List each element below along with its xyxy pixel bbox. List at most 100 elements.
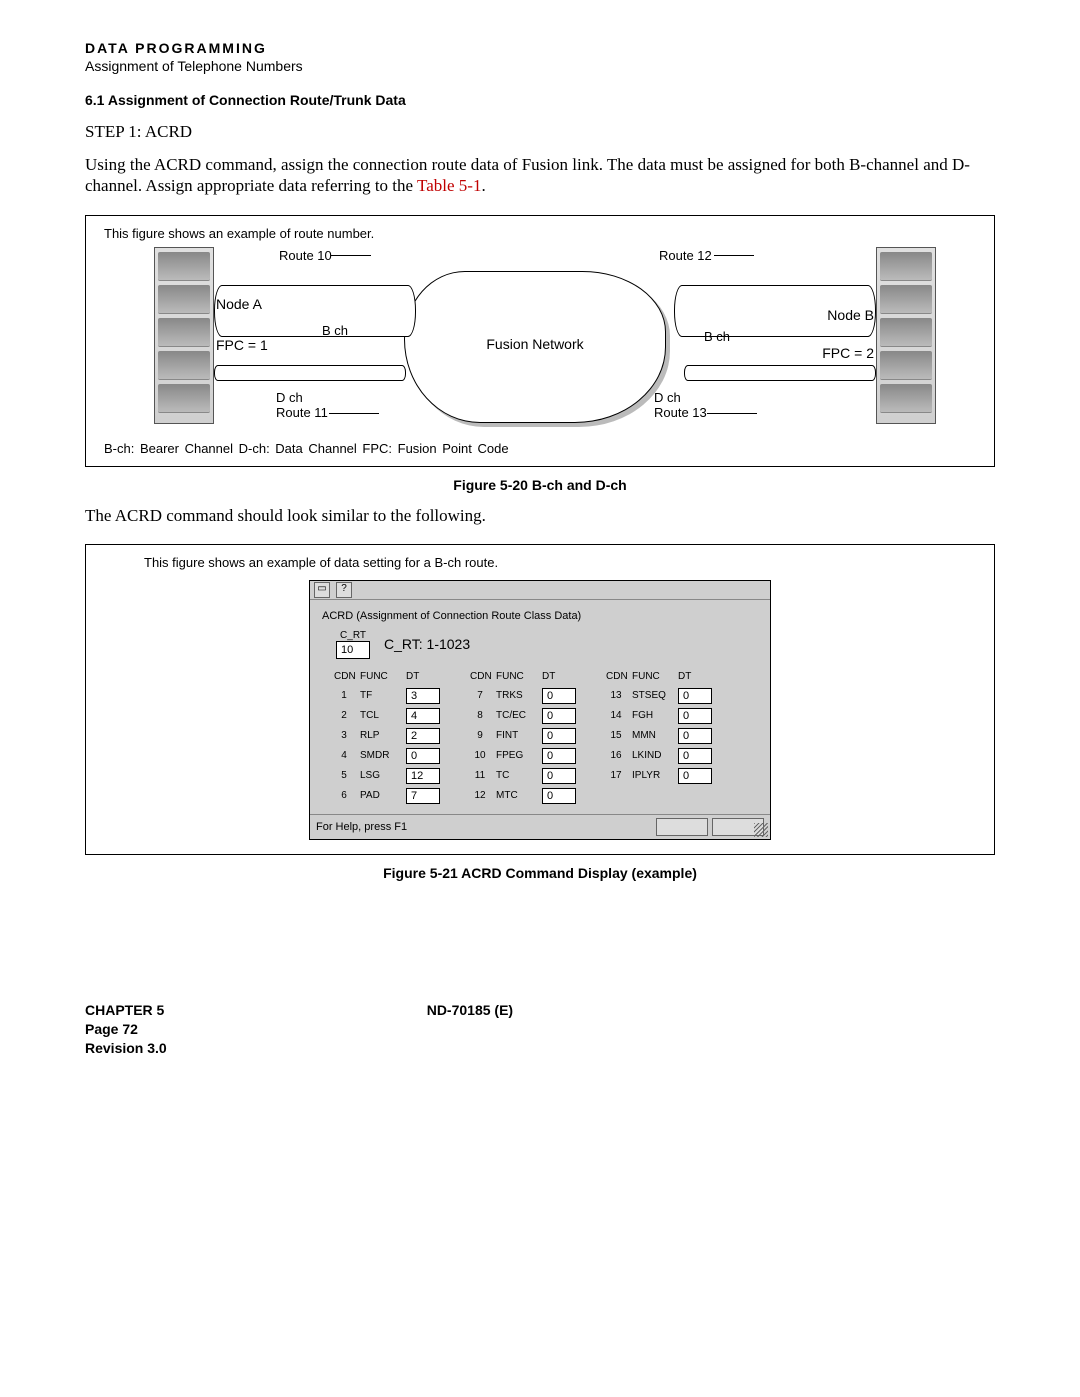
dt-input[interactable]: 0	[542, 688, 576, 704]
fusion-network-cloud: Fusion Network	[404, 271, 666, 423]
dt-input[interactable]: 0	[542, 788, 576, 804]
dt-input[interactable]: 0	[406, 748, 440, 764]
table-reference-link[interactable]: Table 5-1	[417, 176, 481, 195]
dch-right-label: D ch	[654, 390, 681, 405]
dt-input[interactable]: 0	[678, 688, 712, 704]
cdn-cell: 2	[334, 710, 354, 721]
data-row: 15MMN0	[606, 726, 712, 746]
data-row: 10 FPEG 0	[470, 746, 576, 766]
footer-chapter: CHAPTER 5	[85, 1001, 167, 1020]
dt-input[interactable]: 0	[542, 728, 576, 744]
dch-pipe-left	[214, 365, 406, 381]
dt-input[interactable]: 3	[406, 688, 440, 704]
func-cell: TRKS	[496, 690, 536, 701]
data-row: 6PAD7	[334, 786, 440, 806]
acrd-data-grid: CDNFUNCDT 1 TF 3 2 TCL 4 3 RLP 2 4 SMDR 0 5 LSG 12 6PAD7…	[334, 671, 758, 806]
figure-5-21-caption: Figure 5-21 ACRD Command Display (exampl…	[85, 865, 995, 881]
dt-input[interactable]: 0	[542, 708, 576, 724]
bch-left-label: B ch	[322, 323, 348, 338]
cdn-cell: 7	[470, 690, 490, 701]
func-cell: STSEQ	[632, 690, 672, 701]
func-cell: MTC	[496, 790, 536, 801]
func-cell: TC	[496, 770, 536, 781]
bch-right-label: B ch	[704, 329, 730, 344]
node-b-rack-icon	[876, 247, 936, 424]
data-row: 4 SMDR 0	[334, 746, 440, 766]
figure-1-legend: B-ch: Bearer Channel D-ch: Data Channel …	[104, 441, 976, 456]
page-header-subtitle: Assignment of Telephone Numbers	[85, 58, 995, 74]
acrd-window-title: ACRD (Assignment of Connection Route Cla…	[322, 610, 758, 622]
data-row: 12MTC0	[470, 786, 576, 806]
data-row: 5 LSG 12	[334, 766, 440, 786]
mid-paragraph: The ACRD command should look similar to …	[85, 505, 995, 526]
func-cell: RLP	[360, 730, 400, 741]
func-cell: SMDR	[360, 750, 400, 761]
func-cell: TC/EC	[496, 710, 536, 721]
page-footer: CHAPTER 5 Page 72 Revision 3.0 ND-70185 …	[85, 1001, 995, 1058]
func-cell: FGH	[632, 710, 672, 721]
data-row: 2 TCL 4	[334, 706, 440, 726]
func-cell: FPEG	[496, 750, 536, 761]
func-cell: FINT	[496, 730, 536, 741]
footer-docid: ND-70185 (E)	[427, 1001, 513, 1020]
route-10-label: Route 10	[279, 248, 332, 263]
cdn-cell: 13	[606, 690, 626, 701]
dt-input[interactable]: 0	[542, 748, 576, 764]
data-row: 11 TC 0	[470, 766, 576, 786]
resize-handle-icon[interactable]	[754, 823, 768, 837]
func-cell: LSG	[360, 770, 400, 781]
data-row: 8 TC/EC 0	[470, 706, 576, 726]
status-text: For Help, press F1	[316, 821, 407, 833]
dt-input[interactable]: 4	[406, 708, 440, 724]
footer-revision: Revision 3.0	[85, 1039, 167, 1058]
data-row: 13 STSEQ 0	[606, 686, 712, 706]
dch-left-label: D ch	[276, 390, 303, 405]
section-heading: 6.1 Assignment of Connection Route/Trunk…	[85, 92, 995, 108]
cdn-cell: 17	[606, 770, 626, 781]
dt-input[interactable]: 0	[678, 768, 712, 784]
func-cell: TCL	[360, 710, 400, 721]
crt-description: C_RT: 1-1023	[384, 636, 470, 652]
crt-input[interactable]: 10	[336, 641, 370, 659]
page-header-title: DATA PROGRAMMING	[85, 40, 995, 56]
figure-1-diagram: Fusion Network Route 10 Route 12 Node A …	[104, 245, 976, 435]
cdn-cell: 4	[334, 750, 354, 761]
toolbar-open-icon[interactable]: ▭	[314, 582, 330, 598]
cdn-cell: 14	[606, 710, 626, 721]
cdn-cell: 11	[470, 770, 490, 781]
status-boxes	[656, 818, 764, 836]
data-row: 14 FGH 0	[606, 706, 712, 726]
step-label: STEP 1: ACRD	[85, 122, 995, 142]
fpc-2-label: FPC = 2	[822, 345, 874, 361]
crt-label: C_RT	[340, 630, 366, 641]
dt-input[interactable]: 0	[678, 748, 712, 764]
data-row: 7 TRKS 0	[470, 686, 576, 706]
func-cell: TF	[360, 690, 400, 701]
fpc-1-label: FPC = 1	[216, 337, 268, 353]
cdn-cell: 16	[606, 750, 626, 761]
data-row: 9FINT0	[470, 726, 576, 746]
cdn-cell: 10	[470, 750, 490, 761]
cdn-cell: 8	[470, 710, 490, 721]
cdn-cell: 1	[334, 690, 354, 701]
data-row: 17IPLYR0	[606, 766, 712, 786]
dt-input[interactable]: 2	[406, 728, 440, 744]
cdn-cell: 5	[334, 770, 354, 781]
dt-input[interactable]: 0	[678, 708, 712, 724]
dt-input[interactable]: 0	[542, 768, 576, 784]
figure-5-20-caption: Figure 5-20 B-ch and D-ch	[85, 477, 995, 493]
dt-input[interactable]: 0	[678, 728, 712, 744]
dt-input[interactable]: 7	[406, 788, 440, 804]
toolbar-help-icon[interactable]: ?	[336, 582, 352, 598]
cdn-cell: 6	[334, 790, 354, 801]
col-header: CDNFUNCDT	[470, 671, 576, 682]
fusion-network-label: Fusion Network	[486, 336, 583, 352]
data-row: 3 RLP 2	[334, 726, 440, 746]
node-a-rack-icon	[154, 247, 214, 424]
cdn-cell: 3	[334, 730, 354, 741]
node-a-label: Node A	[216, 296, 262, 312]
dt-input[interactable]: 12	[406, 768, 440, 784]
acrd-toolbar: ▭ ?	[310, 581, 770, 600]
footer-page: Page 72	[85, 1020, 167, 1039]
figure-5-20-box: This figure shows an example of route nu…	[85, 215, 995, 467]
